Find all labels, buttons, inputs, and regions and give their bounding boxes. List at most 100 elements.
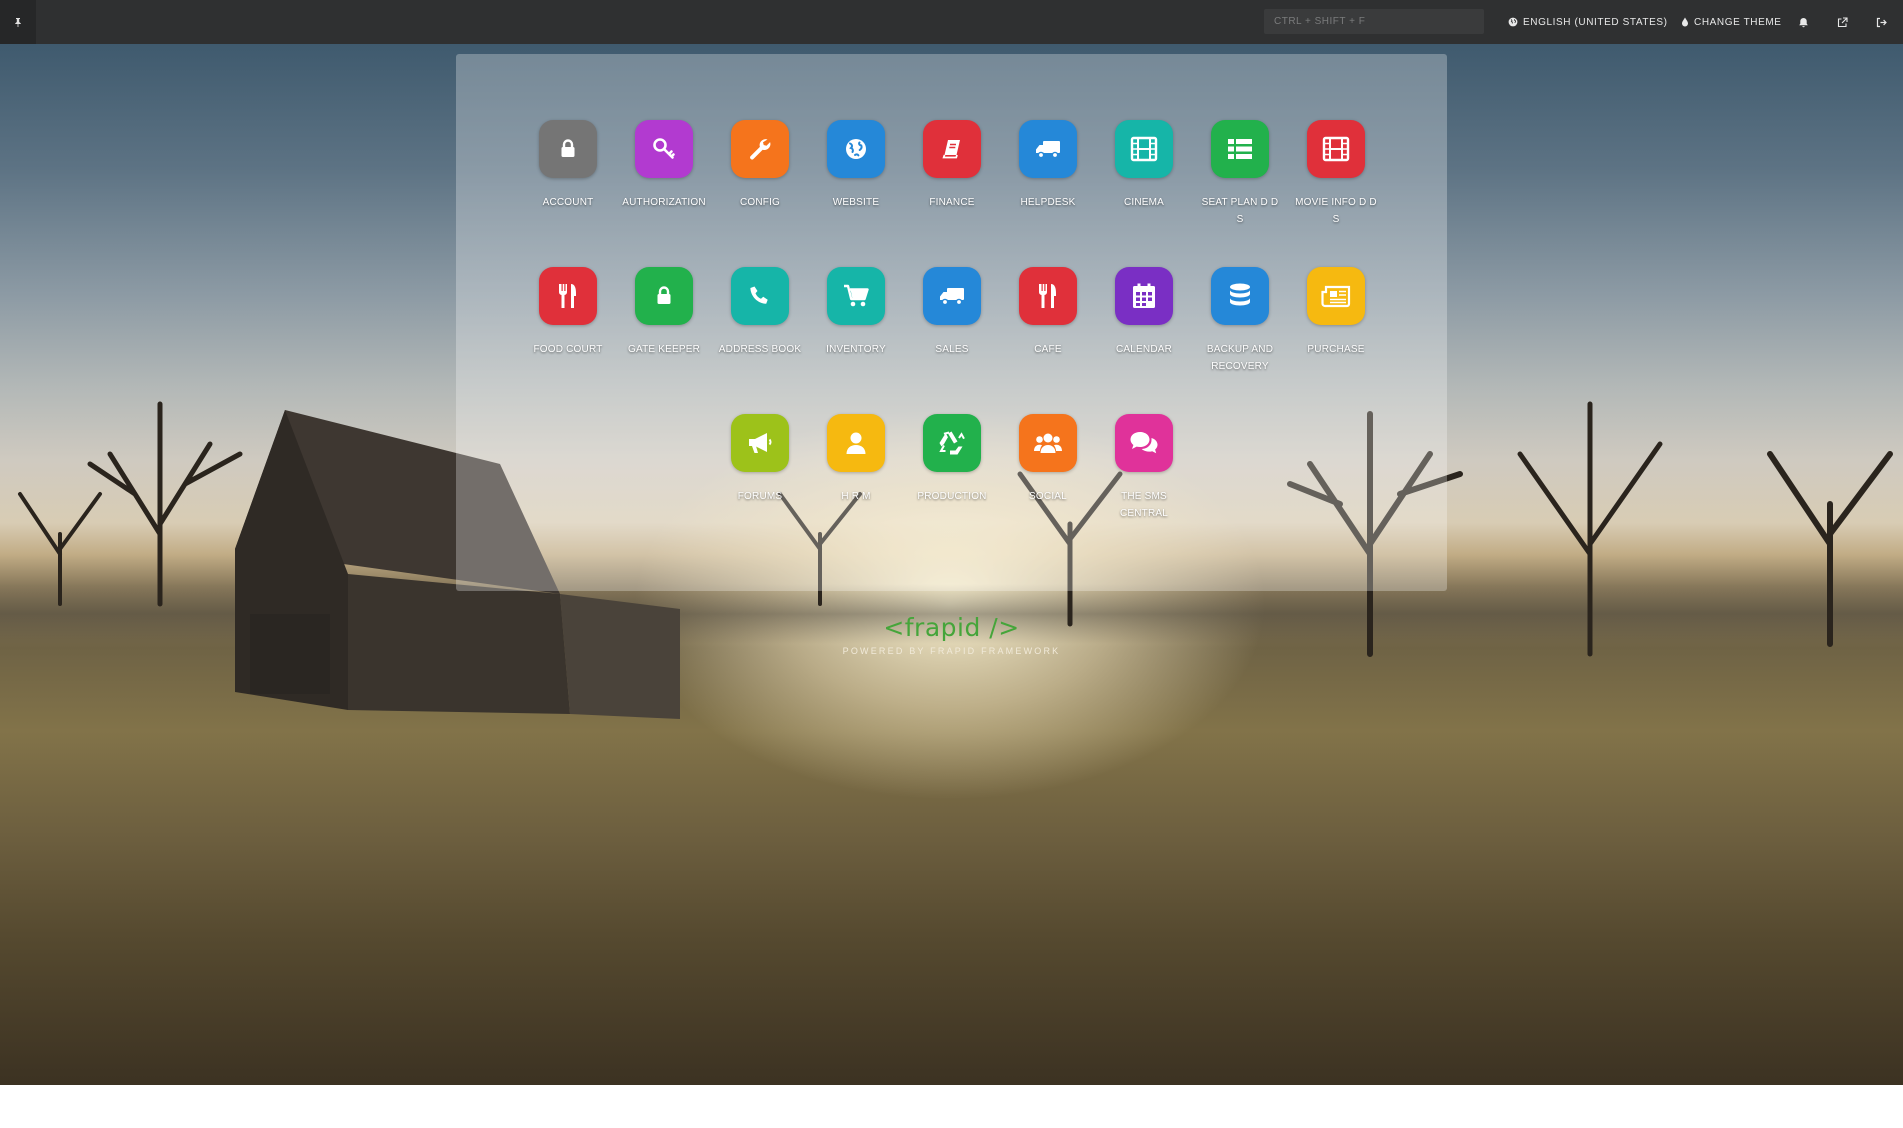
app-tile-social[interactable]: SOCIAL (1000, 414, 1096, 522)
app-tile-the-sms-central[interactable]: THE SMS CENTRAL (1096, 414, 1192, 522)
lock-icon (652, 284, 676, 308)
app-tile-movie-info-d-d-s[interactable]: MOVIE INFO D D S (1288, 120, 1384, 228)
change-theme-button[interactable]: CHANGE THEME (1681, 0, 1782, 44)
app-tile-seat-plan-d-d-s[interactable]: SEAT PLAN D D S (1192, 120, 1288, 228)
app-label: PURCHASE (1307, 344, 1365, 355)
app-tile-gate-keeper[interactable]: GATE KEEPER (616, 267, 712, 375)
app-tile-config[interactable]: CONFIG (712, 120, 808, 228)
app-icon-box[interactable] (1019, 267, 1077, 325)
app-tile-helpdesk[interactable]: HELPDESK (1000, 120, 1096, 228)
language-label: ENGLISH (UNITED STATES) (1523, 16, 1668, 28)
lock-icon (556, 137, 580, 161)
top-bar: ENGLISH (UNITED STATES) CHANGE THEME (0, 0, 1903, 44)
app-icon-box[interactable] (731, 414, 789, 472)
phone-icon (748, 284, 772, 308)
external-link-icon (1837, 16, 1848, 28)
app-label: SOCIAL (1029, 491, 1067, 502)
app-launcher-panel: ACCOUNT AUTHORIZATION CONFIG WEBSITE FINANCE… (456, 54, 1447, 591)
cutlery-icon (1036, 282, 1060, 310)
app-label: ACCOUNT (542, 197, 594, 208)
app-label: H R M (841, 491, 871, 502)
app-icon-box[interactable] (731, 120, 789, 178)
list-icon (1226, 137, 1254, 161)
app-label: BACKUP AND RECOVERY (1206, 344, 1274, 372)
app-icon-box[interactable] (635, 267, 693, 325)
app-label: MOVIE INFO D D S (1295, 197, 1377, 225)
app-tile-h-r-m[interactable]: H R M (808, 414, 904, 522)
app-icon-box[interactable] (1115, 267, 1173, 325)
user-icon (844, 430, 868, 456)
app-tile-forums[interactable]: FORUMS (712, 414, 808, 522)
app-label: CINEMA (1123, 197, 1165, 208)
language-selector[interactable]: ENGLISH (UNITED STATES) (1508, 0, 1668, 44)
app-icon-box[interactable] (1115, 120, 1173, 178)
app-tile-sales[interactable]: SALES (904, 267, 1000, 375)
app-tile-purchase[interactable]: PURCHASE (1288, 267, 1384, 375)
bullhorn-icon (746, 430, 774, 456)
app-label: SALES (935, 344, 969, 355)
search-input[interactable] (1264, 9, 1484, 34)
powered-by-tagline: POWERED BY FRAPID FRAMEWORK (842, 646, 1061, 656)
app-tile-cafe[interactable]: CAFE (1000, 267, 1096, 375)
app-icon-box[interactable] (731, 267, 789, 325)
app-icon-box[interactable] (1307, 267, 1365, 325)
app-icon-box[interactable] (923, 120, 981, 178)
drop-icon (1681, 17, 1689, 27)
app-tile-account[interactable]: ACCOUNT (520, 120, 616, 228)
app-tile-inventory[interactable]: INVENTORY (808, 267, 904, 375)
app-icon-box[interactable] (1019, 414, 1077, 472)
open-external-button[interactable] (1837, 0, 1848, 44)
app-row: FOOD COURT GATE KEEPER ADDRESS BOOK INVENTO… (520, 267, 1384, 375)
app-icon-box[interactable] (539, 267, 597, 325)
app-tile-address-book[interactable]: ADDRESS BOOK (712, 267, 808, 375)
recycle-icon (938, 429, 966, 457)
app-icon-box[interactable] (827, 120, 885, 178)
app-label: ADDRESS BOOK (718, 344, 802, 355)
notifications-button[interactable] (1798, 0, 1809, 44)
users-icon (1033, 430, 1063, 456)
app-icon-box[interactable] (1115, 414, 1173, 472)
change-theme-label: CHANGE THEME (1694, 16, 1782, 28)
app-tile-food-court[interactable]: FOOD COURT (520, 267, 616, 375)
app-icon-box[interactable] (923, 414, 981, 472)
book-icon (940, 137, 964, 161)
app-label: FINANCE (929, 197, 975, 208)
app-row: FORUMS H R M PRODUCTION SOCIAL THE SMS CENTR… (712, 414, 1192, 522)
app-tile-authorization[interactable]: AUTHORIZATION (616, 120, 712, 228)
app-label: THE SMS CENTRAL (1119, 491, 1169, 519)
app-label: AUTHORIZATION (622, 197, 706, 208)
wrench-icon (747, 136, 773, 162)
film-icon (1322, 136, 1350, 162)
app-label: FORUMS (737, 491, 783, 502)
app-icon-box[interactable] (1307, 120, 1365, 178)
app-icon-box[interactable] (1019, 120, 1077, 178)
app-label: FOOD COURT (533, 344, 603, 355)
app-icon-box[interactable] (827, 267, 885, 325)
truck-icon (1034, 137, 1062, 161)
pin-icon (13, 17, 23, 27)
app-tile-cinema[interactable]: CINEMA (1096, 120, 1192, 228)
app-icon-box[interactable] (827, 414, 885, 472)
app-tile-website[interactable]: WEBSITE (808, 120, 904, 228)
app-label: CONFIG (739, 197, 781, 208)
app-tile-calendar[interactable]: CALENDAR (1096, 267, 1192, 375)
app-icon-box[interactable] (923, 267, 981, 325)
app-tile-production[interactable]: PRODUCTION (904, 414, 1000, 522)
film-icon (1130, 136, 1158, 162)
truck-icon (938, 284, 966, 308)
app-tile-backup-and-recovery[interactable]: BACKUP AND RECOVERY (1192, 267, 1288, 375)
app-icon-box[interactable] (1211, 267, 1269, 325)
calendar-icon (1131, 282, 1157, 310)
bell-icon (1798, 17, 1809, 28)
app-label: SEAT PLAN D D S (1201, 197, 1279, 225)
frapid-logo: <frapid /> (883, 613, 1020, 642)
app-icon-box[interactable] (539, 120, 597, 178)
globe-icon (1508, 17, 1518, 27)
pin-button[interactable] (0, 0, 36, 44)
comments-icon (1129, 430, 1159, 456)
sign-out-button[interactable] (1876, 0, 1887, 44)
app-icon-box[interactable] (1211, 120, 1269, 178)
globe-icon (843, 136, 869, 162)
app-icon-box[interactable] (635, 120, 693, 178)
app-tile-finance[interactable]: FINANCE (904, 120, 1000, 228)
